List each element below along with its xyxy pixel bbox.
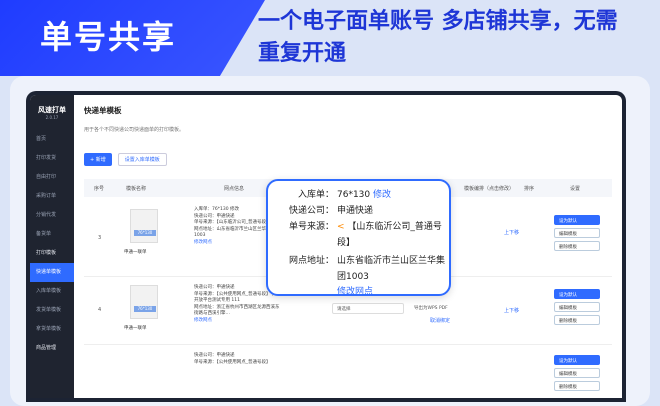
col-layout: 模板编排（点击修改） <box>464 186 515 192</box>
col-site: 网点信息 <box>224 186 245 192</box>
edit-template-button[interactable]: 编辑模板 <box>554 302 600 312</box>
row-actions: 设为默认 编辑模板 删除模板 <box>554 215 600 254</box>
add-template-button[interactable]: + 新增 <box>84 153 112 166</box>
table-row: 快递公司：申通快递 单号来源：【公共使用网点_普通号段】 设为默认 编辑模板 删除… <box>84 347 612 397</box>
page-desc: 用于各个不同快递公司快递面单的打印模板。 <box>84 127 185 133</box>
edit-site-link[interactable]: 修改网点 <box>194 240 212 245</box>
edit-template-button[interactable]: 编辑模板 <box>554 228 600 238</box>
banner-tag: 单号共享 <box>40 18 177 56</box>
template-name: 申通一联单 <box>124 250 147 255</box>
row-actions: 设为默认 编辑模板 删除模板 <box>554 289 600 328</box>
sidebar-item-purchase[interactable]: 采购订单 <box>30 187 74 206</box>
sort-control[interactable]: 上下移 <box>504 229 519 236</box>
col-settings: 设置 <box>570 186 581 192</box>
sidebar: 风速打单 2.0.17 首页 打印发货 自由打印 采购订单 分销代发 备货单 打印… <box>30 95 74 398</box>
sidebar-item-pick-template[interactable]: 拿货单模板 <box>30 320 74 339</box>
row-actions: 设为默认 编辑模板 删除模板 <box>554 355 600 394</box>
share-icon: < <box>337 222 345 232</box>
delete-template-button[interactable]: 删除模板 <box>554 315 600 325</box>
sidebar-item-home[interactable]: 首页 <box>30 130 74 149</box>
set-default-button[interactable]: 设为默认 <box>554 215 600 225</box>
template-name: 申通一联单 <box>124 326 147 331</box>
edit-site-link[interactable]: 修改网点 <box>194 318 212 323</box>
edit-site-link[interactable]: 修改网点 <box>337 287 373 297</box>
sidebar-item-goods[interactable]: 商品管理 <box>30 339 74 358</box>
template-select[interactable]: 请选择 <box>332 303 404 314</box>
sidebar-item-inbound-template[interactable]: 入库单模板 <box>30 282 74 301</box>
sidebar-item-express-template[interactable]: 快递单模板 <box>30 263 74 282</box>
sidebar-item-print-ship[interactable]: 打印发货 <box>30 149 74 168</box>
page-title: 快递单模板 <box>84 106 122 115</box>
col-name: 模板名称 <box>126 186 147 192</box>
sidebar-nav: 首页 打印发货 自由打印 采购订单 分销代发 备货单 打印模板 快递单模板 入库… <box>30 130 74 358</box>
sidebar-item-print-template[interactable]: 打印模板 <box>30 244 74 263</box>
banner-headline: 一个电子面单账号 多店铺共享，无需重复开通 <box>258 9 618 66</box>
app-logo: 风速打单 2.0.17 <box>38 106 66 120</box>
delete-template-button[interactable]: 删除模板 <box>554 241 600 251</box>
edit-template-button[interactable]: 编辑模板 <box>554 368 600 378</box>
site-info-popup: 入库单： 76*130 修改 快递公司： 申通快递 单号来源： < 【山东临沂公司_普… <box>266 179 451 297</box>
template-thumb[interactable]: 76*130 <box>130 209 158 243</box>
delete-template-button[interactable]: 删除模板 <box>554 381 600 391</box>
site-info: 快递公司：申通快递 单号来源：【公共使用网点_普通号段】 <box>194 353 271 365</box>
col-sort: 排序 <box>524 186 535 192</box>
sidebar-item-distribution[interactable]: 分销代发 <box>30 206 74 225</box>
export-option[interactable]: 导出为WPS PDF <box>410 303 476 314</box>
sort-control[interactable]: 上下移 <box>504 307 519 314</box>
sidebar-item-ship-template[interactable]: 发货单模板 <box>30 301 74 320</box>
set-inbound-template-button[interactable]: 设置入库单模板 <box>117 153 167 166</box>
col-index: 序号 <box>94 186 105 192</box>
sidebar-item-free-print[interactable]: 自由打印 <box>30 168 74 187</box>
set-default-button[interactable]: 设为默认 <box>554 289 600 299</box>
template-thumb[interactable]: 76*130 <box>130 285 158 319</box>
unbind-link[interactable]: 取消绑定 <box>430 317 450 324</box>
sidebar-item-stock[interactable]: 备货单 <box>30 225 74 244</box>
edit-inbound-link[interactable]: 修改 <box>373 190 391 200</box>
set-default-button[interactable]: 设为默认 <box>554 355 600 365</box>
